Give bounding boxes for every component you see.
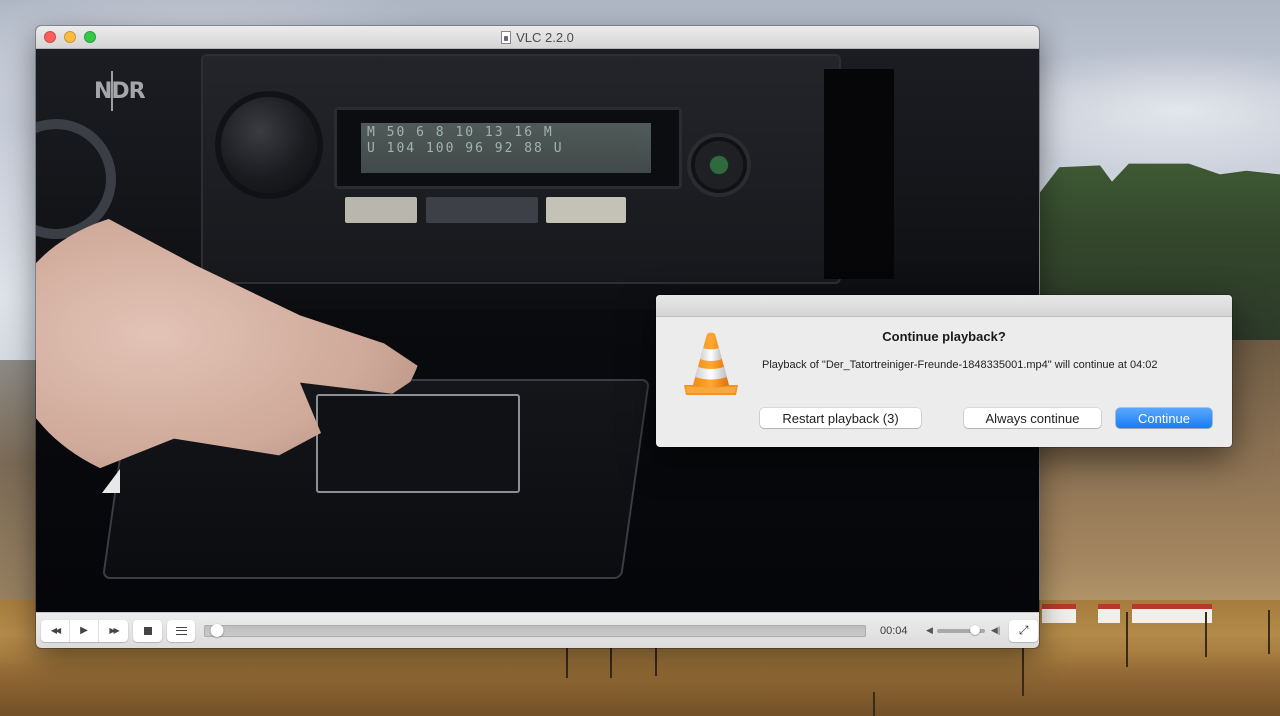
fullscreen-button[interactable]: ⤢ <box>1009 619 1039 642</box>
restart-playback-button[interactable]: Restart playback (3) <box>760 408 921 428</box>
fast-forward-icon: ▶▶ <box>109 626 119 635</box>
wallpaper-fence-pole <box>566 648 568 678</box>
wallpaper-fence-pole <box>1268 610 1270 654</box>
stop-icon <box>143 626 152 635</box>
playlist-button-group <box>167 619 195 642</box>
wallpaper-fence-pole <box>873 692 875 716</box>
wallpaper-fence-pole <box>610 648 612 678</box>
zoom-window-button[interactable] <box>84 31 96 43</box>
fullscreen-icon: ⤢ <box>1018 623 1029 637</box>
volume-slider-handle[interactable] <box>970 624 981 635</box>
wallpaper-farmhouse <box>1132 604 1212 623</box>
close-window-button[interactable] <box>44 31 56 43</box>
video-frame-lcd-line: M 50 6 8 10 13 16 M <box>367 125 554 140</box>
window-title: VLC 2.2.0 <box>501 30 574 45</box>
video-frame-radio-knob <box>221 97 317 193</box>
window-controls <box>44 31 96 43</box>
window-titlebar[interactable]: VLC 2.2.0 <box>36 26 1039 49</box>
dialog-message: Playback of "Der_Tatortreiniger-Freunde-… <box>762 359 1158 371</box>
elapsed-time[interactable]: 00:04 <box>880 625 914 637</box>
wallpaper-fence-pole <box>1126 612 1128 667</box>
wallpaper-farmhouse <box>1042 604 1076 623</box>
video-frame-dash-slot <box>824 69 894 279</box>
stop-button[interactable] <box>133 620 162 642</box>
volume-max-icon[interactable]: ◀| <box>991 625 1000 636</box>
document-proxy-icon[interactable] <box>501 30 512 44</box>
window-title-text: VLC 2.2.0 <box>516 29 574 45</box>
stop-button-group <box>133 619 162 642</box>
video-frame-cassette-panel <box>316 394 520 493</box>
wallpaper-fence-pole <box>1205 612 1207 657</box>
seek-slider-handle[interactable] <box>210 623 224 637</box>
fast-forward-button[interactable]: ▶▶ <box>98 619 128 642</box>
video-frame-radio-button <box>345 197 417 223</box>
dialog-title: Continue playback? <box>656 329 1232 344</box>
play-icon: ▶ <box>80 625 88 636</box>
seek-slider[interactable] <box>204 623 866 637</box>
rewind-icon: ◀◀ <box>50 626 61 635</box>
continue-playback-dialog: Continue playback? Playback of "Der_Tato… <box>656 295 1232 447</box>
wallpaper-farmhouse <box>1098 604 1120 623</box>
wallpaper-mountain-left <box>0 360 40 620</box>
video-frame-radio-lcd: M 50 6 8 10 13 16 M U 104 100 96 92 88 U <box>361 123 651 173</box>
wallpaper-fence-pole <box>655 648 657 676</box>
playlist-icon <box>175 626 187 635</box>
wallpaper-fence-pole <box>1022 648 1024 696</box>
volume-min-icon[interactable]: ◀ <box>926 625 933 636</box>
video-frame-radio-button <box>546 197 626 223</box>
wallpaper-field-shade <box>0 660 1280 716</box>
play-button[interactable]: ▶ <box>69 619 98 642</box>
dialog-titlebar <box>656 295 1232 317</box>
video-frame-lcd-line: U 104 100 96 92 88 U <box>367 141 564 156</box>
playlist-button[interactable] <box>167 620 195 642</box>
continue-button[interactable]: Continue <box>1116 408 1212 428</box>
video-frame-green-jack <box>691 137 747 193</box>
minimize-window-button[interactable] <box>64 31 76 43</box>
transport-button-group: ◀◀ ▶ ▶▶ <box>41 619 128 642</box>
video-frame-eject-arrow <box>102 469 120 493</box>
volume-slider[interactable] <box>936 624 985 635</box>
channel-logo: NDR <box>94 79 146 104</box>
dialog-title-text: Continue playback? <box>882 329 1006 344</box>
playback-control-bar: ◀◀ ▶ ▶▶ 00:04 ◀ ◀| ⤢ <box>36 612 1039 648</box>
video-frame-radio-button <box>426 197 538 223</box>
always-continue-button[interactable]: Always continue <box>964 408 1101 428</box>
rewind-button[interactable]: ◀◀ <box>41 620 69 642</box>
